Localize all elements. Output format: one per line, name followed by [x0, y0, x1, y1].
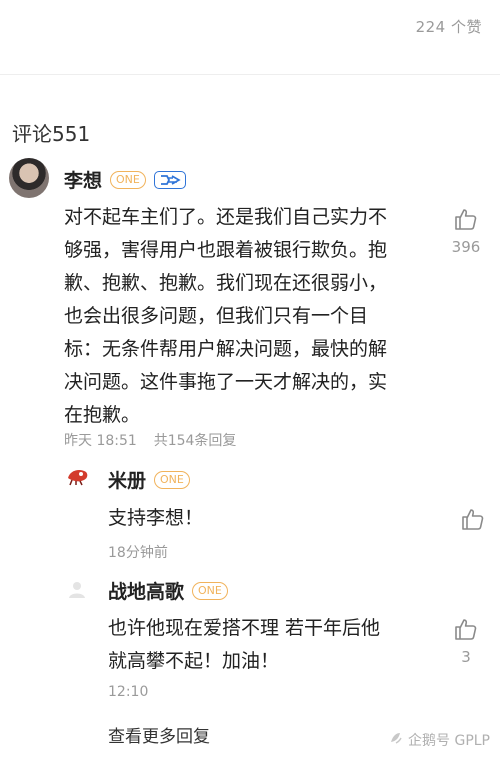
reply-header: 米册 ONE: [108, 466, 190, 493]
level-badge: ONE: [110, 170, 146, 189]
reply-count-link[interactable]: 共154条回复: [154, 433, 237, 449]
reply-text: 也许他现在爱搭不理 若干年后他 就高攀不起！加油！: [108, 612, 380, 678]
comment-line: 也会出很多问题，但我们只有一个目: [64, 305, 369, 327]
reply-time: 18分钟前: [108, 545, 168, 561]
comment-line: 标：无条件帮用户解决问题，最快的解: [64, 338, 388, 360]
comments-section-title: 评论551: [12, 122, 91, 146]
thumbs-up-icon[interactable]: [453, 616, 479, 642]
reply-line: 也许他现在爱搭不理 若干年后他: [108, 617, 381, 639]
level-badge: ONE: [192, 581, 228, 600]
comment-line: 决问题。这件事拖了一天才解决的，实: [64, 371, 388, 393]
reply-avatar[interactable]: [66, 466, 90, 486]
comment-header: 李想 ONE: [64, 166, 186, 193]
comment-meta: 昨天 18:51 共154条回复: [64, 430, 236, 450]
like-group: 396: [446, 206, 486, 256]
comment-time: 昨天 18:51: [64, 433, 137, 449]
like-group: 3: [446, 616, 486, 666]
watermark-text: 企鹅号 GPLP: [408, 733, 490, 749]
reply-line: 支持李想！: [108, 507, 204, 529]
comment-text: 对不起车主们了。还是我们自己实力不 够强，害得用户也跟着被银行欺负。抱 歉、抱歉…: [64, 201, 387, 432]
comment-line: 在抱歉。: [64, 404, 141, 426]
reply-username[interactable]: 米册: [108, 466, 146, 493]
reply-header: 战地高歌 ONE: [108, 577, 228, 604]
thumbs-up-icon[interactable]: [460, 506, 486, 536]
penguin-icon: [388, 730, 404, 750]
comment-line: 够强，害得用户也跟着被银行欺负。抱: [64, 239, 388, 261]
like-count: 3: [461, 648, 471, 666]
reply-line: 就高攀不起！加油！: [108, 650, 280, 672]
level-badge: ONE: [154, 470, 190, 489]
reply-username[interactable]: 战地高歌: [108, 577, 184, 604]
avatar[interactable]: [9, 158, 49, 198]
comment-line: 对不起车主们了。还是我们自己实力不: [64, 206, 388, 228]
reply-avatar[interactable]: [66, 578, 88, 600]
comment-line: 歉、抱歉、抱歉。我们现在还很弱小，: [64, 272, 388, 294]
like-count: 396: [451, 238, 481, 256]
verified-badge-icon: [153, 170, 186, 189]
thumbs-up-icon[interactable]: [453, 206, 479, 232]
reply-text: 支持李想！: [108, 502, 203, 535]
watermark: 企鹅号 GPLP: [388, 730, 490, 750]
post-likes-count: 224 个赞: [415, 18, 482, 36]
comment-username[interactable]: 李想: [64, 166, 102, 193]
view-more-replies-link[interactable]: 查看更多回复: [108, 722, 210, 747]
reply-time: 12:10: [108, 684, 149, 700]
divider: [0, 74, 500, 75]
